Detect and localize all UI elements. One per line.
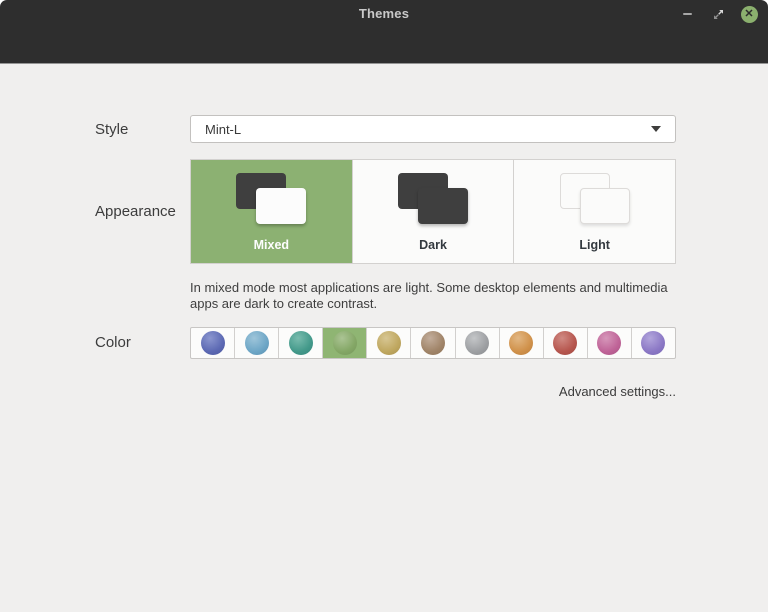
grey-color-ball xyxy=(465,330,490,355)
close-icon: ✕ xyxy=(740,5,758,23)
mixed-theme-icon xyxy=(236,173,307,225)
appearance-option-label: Light xyxy=(579,238,610,252)
chevron-down-icon xyxy=(651,126,661,132)
color-swatch-sand[interactable] xyxy=(366,327,410,358)
restore-icon xyxy=(713,9,723,19)
close-button[interactable]: ✕ xyxy=(740,5,758,23)
titlebar: Themes ✕ xyxy=(0,0,768,64)
sand-color-ball xyxy=(376,330,401,355)
appearance-option-dark[interactable]: Dark xyxy=(351,160,514,263)
green-color-ball xyxy=(332,330,357,355)
color-swatch-blue[interactable] xyxy=(191,328,234,358)
advanced-settings-row: Advanced settings... xyxy=(190,383,676,401)
color-swatch-grey[interactable] xyxy=(454,327,499,358)
color-swatch-pink[interactable] xyxy=(586,327,631,358)
orange-color-ball xyxy=(509,330,534,355)
color-swatch-red[interactable] xyxy=(542,327,587,358)
window-controls: ✕ xyxy=(678,5,758,23)
aqua-color-ball xyxy=(244,330,269,355)
content-area: Style Mint-L Appearance Mixed Dark Light… xyxy=(0,64,768,401)
style-dropdown-value: Mint-L xyxy=(205,121,242,137)
dark-theme-icon xyxy=(398,173,468,225)
advanced-settings-link[interactable]: Advanced settings... xyxy=(559,384,676,399)
minimize-icon xyxy=(682,13,692,15)
appearance-label: Appearance xyxy=(95,203,176,220)
teal-color-ball xyxy=(288,330,313,355)
color-swatch-brown[interactable] xyxy=(410,327,454,358)
appearance-card-strip: Mixed Dark Light xyxy=(190,159,676,264)
color-swatch-teal[interactable] xyxy=(278,327,322,358)
appearance-option-light[interactable]: Light xyxy=(513,160,675,263)
restore-button[interactable] xyxy=(709,5,727,23)
purple-color-ball xyxy=(641,330,666,355)
color-label: Color xyxy=(95,334,131,351)
brown-color-ball xyxy=(421,330,446,355)
style-dropdown[interactable]: Mint-L xyxy=(190,115,676,143)
color-swatch-green[interactable] xyxy=(322,327,367,358)
color-swatch-strip xyxy=(190,326,676,359)
themes-window: Themes ✕ Style Mint-L Appearance Mixed D… xyxy=(0,0,768,612)
color-row: Color xyxy=(95,326,676,359)
light-theme-icon xyxy=(559,173,630,225)
style-label: Style xyxy=(95,120,129,138)
pink-color-ball xyxy=(597,330,622,355)
appearance-row: Appearance Mixed Dark Light xyxy=(95,159,676,264)
red-color-ball xyxy=(553,330,578,355)
appearance-option-mixed[interactable]: Mixed xyxy=(191,160,352,263)
appearance-description: In mixed mode most applications are ligh… xyxy=(190,280,668,312)
appearance-option-label: Dark xyxy=(419,238,447,252)
style-row: Style Mint-L xyxy=(95,115,676,143)
appearance-option-label: Mixed xyxy=(253,238,290,252)
window-title: Themes xyxy=(358,6,410,21)
color-swatch-aqua[interactable] xyxy=(234,327,278,358)
color-swatch-purple[interactable] xyxy=(630,327,675,358)
color-swatch-orange[interactable] xyxy=(498,327,543,358)
minimize-button[interactable] xyxy=(678,5,696,23)
blue-color-ball xyxy=(200,330,225,355)
